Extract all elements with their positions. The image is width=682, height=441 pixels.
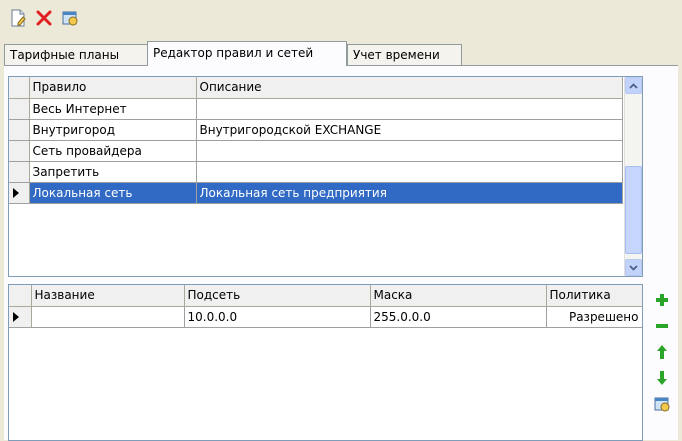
remove-network-button[interactable] [652, 316, 672, 336]
current-row-arrow-icon [13, 188, 19, 198]
column-header-name[interactable]: Название [31, 285, 185, 307]
current-row-indicator[interactable] [9, 306, 32, 328]
rule-cell[interactable]: Сеть провайдера [29, 140, 197, 162]
column-header-description[interactable]: Описание [196, 77, 623, 99]
table-row[interactable]: Сеть провайдера [9, 140, 623, 162]
scroll-thumb[interactable] [625, 166, 642, 254]
tab-tariff-plans[interactable]: Тарифные планы [4, 44, 149, 65]
table-row[interactable]: Внутригород Внутригородской EXCHANGE [9, 119, 623, 141]
column-header-rule[interactable]: Правило [29, 77, 197, 99]
delete-icon[interactable] [34, 8, 54, 28]
description-cell[interactable] [196, 98, 623, 120]
move-up-icon [657, 345, 667, 359]
new-document-icon[interactable] [8, 8, 28, 28]
description-cell[interactable] [196, 140, 623, 162]
rule-cell[interactable]: Локальная сеть [29, 182, 197, 204]
tab-label: Редактор правил и сетей [153, 46, 314, 60]
tab-rules-networks[interactable]: Редактор правил и сетей [147, 41, 347, 66]
chevron-down-icon [629, 264, 638, 271]
description-cell[interactable]: Внутригородской EXCHANGE [196, 119, 623, 141]
networks-grid: Название Подсеть Маска Политика 10.0.0.0… [8, 284, 643, 441]
add-network-button[interactable] [652, 290, 672, 310]
move-up-button[interactable] [652, 342, 672, 362]
table-row[interactable]: Весь Интернет [9, 98, 623, 120]
tab-label: Учет времени [353, 48, 440, 62]
name-cell[interactable] [31, 306, 185, 328]
subnet-cell[interactable]: 10.0.0.0 [184, 306, 371, 328]
scroll-down-button[interactable] [625, 259, 642, 276]
rules-grid: Правило Описание Весь Интернет Внутригор… [8, 76, 643, 277]
move-down-icon [657, 371, 667, 385]
tab-label: Тарифные планы [10, 48, 120, 62]
policy-cell[interactable]: Разрешено [546, 306, 642, 328]
table-row-selected[interactable]: Локальная сеть Локальная сеть предприяти… [9, 182, 623, 204]
move-down-button[interactable] [652, 368, 672, 388]
network-side-toolbar [650, 290, 674, 414]
current-row-arrow-icon [13, 312, 19, 322]
edit-network-button[interactable] [652, 394, 672, 414]
row-indicator[interactable] [9, 119, 30, 141]
main-toolbar [8, 6, 80, 30]
rule-cell[interactable]: Внутригород [29, 119, 197, 141]
edit-icon[interactable] [60, 8, 80, 28]
chevron-up-icon [629, 82, 638, 89]
remove-icon [656, 324, 668, 328]
rule-cell[interactable]: Запретить [29, 161, 197, 183]
current-row-indicator[interactable] [9, 182, 30, 204]
row-indicator-header [9, 285, 32, 307]
mask-cell[interactable]: 255.0.0.0 [370, 306, 547, 328]
rule-cell[interactable]: Весь Интернет [29, 98, 197, 120]
description-cell[interactable] [196, 161, 623, 183]
add-icon [656, 294, 668, 306]
column-header-mask[interactable]: Маска [370, 285, 547, 307]
row-indicator[interactable] [9, 98, 30, 120]
table-row[interactable]: Запретить [9, 161, 623, 183]
column-header-policy[interactable]: Политика [546, 285, 642, 307]
row-indicator-header [9, 77, 30, 99]
table-row[interactable]: 10.0.0.0 255.0.0.0 Разрешено [9, 306, 642, 328]
description-cell[interactable]: Локальная сеть предприятия [196, 182, 623, 204]
tab-time-accounting[interactable]: Учет времени [347, 44, 462, 65]
row-indicator[interactable] [9, 161, 30, 183]
rules-vertical-scrollbar[interactable] [624, 77, 642, 276]
edit-icon [654, 397, 670, 412]
column-header-subnet[interactable]: Подсеть [184, 285, 371, 307]
row-indicator[interactable] [9, 140, 30, 162]
scroll-up-button[interactable] [625, 77, 642, 94]
